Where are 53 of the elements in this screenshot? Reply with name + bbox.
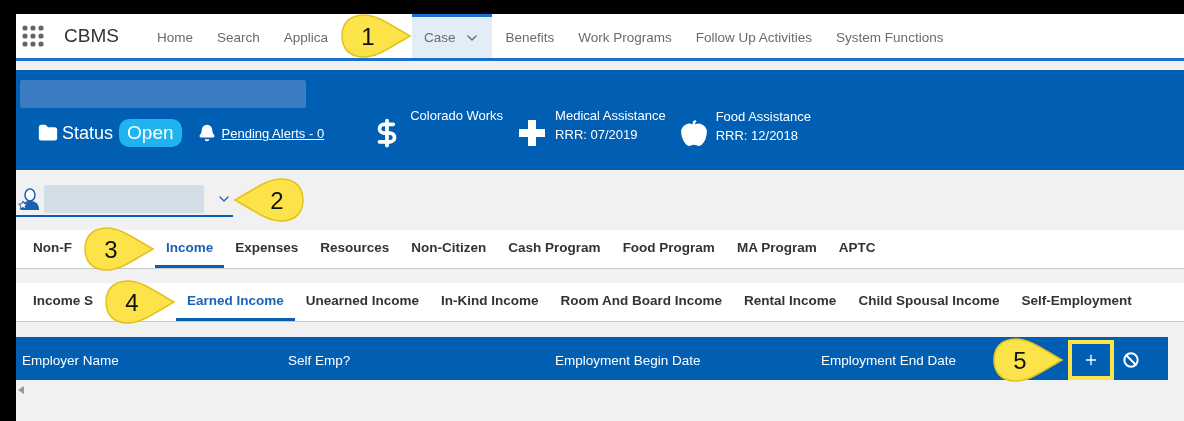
callout-marker: 4	[104, 279, 177, 325]
program-rrr: RRR: 12/2018	[715, 127, 800, 145]
nav-tab[interactable]: Search	[204, 14, 272, 58]
ban-icon	[1123, 352, 1139, 368]
section-tab[interactable]: Food Program	[611, 230, 726, 268]
callout-marker: 1	[340, 13, 412, 59]
section-tab[interactable]: Income	[155, 230, 225, 268]
nav-tab[interactable]: Follow Up Activities	[683, 14, 825, 58]
section-tab[interactable]: Non-F	[22, 230, 83, 268]
status-badge: Open	[119, 119, 182, 147]
callout-marker: 5	[992, 337, 1064, 383]
person-icon	[18, 187, 40, 211]
section-tab[interactable]: Resources	[309, 230, 401, 268]
callout-marker: 2	[233, 177, 305, 223]
sub-tab[interactable]: Room And Board Income	[549, 283, 734, 321]
section-tab[interactable]: Non-Citizen	[400, 230, 498, 268]
pending-alerts-link[interactable]: Pending Alerts - 0	[221, 125, 325, 141]
nav-tab[interactable]: Benefits	[493, 14, 567, 58]
plus-icon	[1083, 352, 1099, 368]
sub-tab[interactable]: Self-Employment	[1010, 283, 1143, 321]
folder-icon	[38, 123, 58, 143]
sub-tab[interactable]: Rental Income	[733, 283, 848, 321]
app-name: CBMS	[64, 25, 119, 47]
status-label: Status	[62, 122, 114, 144]
section-tab[interactable]: Cash Program	[497, 230, 612, 268]
column-header: Employment End Date	[821, 352, 958, 368]
sub-tab[interactable]: Child Spousal Income	[847, 283, 1011, 321]
program-name: Medical Assistance	[555, 107, 666, 125]
column-header: Employer Name	[22, 352, 120, 368]
cross-icon	[517, 118, 548, 148]
app-launcher-icon[interactable]	[22, 25, 44, 47]
nav-tab[interactable]: Home	[144, 14, 205, 58]
section-tab[interactable]: APTC	[827, 230, 887, 268]
nav-tab[interactable]: Work Programs	[566, 14, 684, 58]
program-name: Colorado Works	[410, 107, 504, 125]
callout-marker: 3	[83, 226, 155, 272]
sub-tab[interactable]: Unearned Income	[294, 283, 431, 321]
program-name: Food Assistance	[715, 108, 812, 126]
sub-tab[interactable]: In-Kind Income	[430, 283, 550, 321]
add-button[interactable]	[1068, 340, 1114, 380]
program-rrr: RRR: 07/2019	[555, 126, 639, 144]
nav-tab[interactable]: Case	[412, 14, 492, 58]
sub-tab[interactable]: Earned Income	[176, 283, 295, 321]
bell-icon	[197, 124, 216, 142]
person-select[interactable]	[16, 183, 233, 217]
apple-icon	[679, 119, 708, 147]
column-header: Self Emp?	[288, 352, 352, 368]
section-tab[interactable]: Expenses	[224, 230, 310, 268]
section-tab[interactable]: MA Program	[725, 230, 828, 268]
sub-tab[interactable]: Income S	[22, 283, 105, 321]
column-header: Employment Begin Date	[555, 352, 702, 368]
nav-tab[interactable]: System Functions	[824, 14, 956, 58]
nav-tab[interactable]: Applica	[271, 14, 340, 58]
